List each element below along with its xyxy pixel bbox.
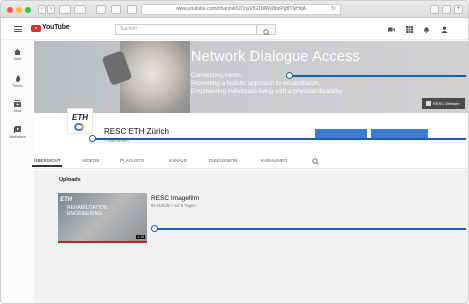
callout-marker-channel <box>89 135 96 142</box>
watch-progress-bar <box>58 241 147 243</box>
share-icon[interactable] <box>430 5 439 14</box>
tab-playlists[interactable]: PLAYLISTS <box>120 158 144 163</box>
url-text: www.youtube.com/channel/UCnyVtG1MWy8bnPg… <box>175 6 306 12</box>
home-icon[interactable] <box>74 5 86 14</box>
tab-discussion[interactable]: DISKUSSION <box>209 158 237 163</box>
video-thumbnail[interactable]: ETH REHABILITATION ENGINEERING 1:15 <box>58 193 147 243</box>
sidebar-toggle-icon[interactable] <box>59 5 71 14</box>
sidebar-item-label: Abos <box>13 109 22 113</box>
video-metadata: 81 Aufrufe • vor 5 Tagen <box>151 203 196 208</box>
callout-line-channel <box>93 138 466 140</box>
channel-content: Uploads ETH REHABILITATION ENGINEERING 1… <box>34 170 468 303</box>
settings-icon[interactable] <box>127 5 137 14</box>
youtube-header: YouTube CH Suchen <box>1 19 468 40</box>
video-duration: 1:15 <box>136 235 145 239</box>
reload-icon[interactable]: ↻ <box>331 5 336 14</box>
subscriptions-icon <box>14 100 21 107</box>
browser-titlebar: ‹ › www.youtube.com/channel/UCnyVtG1MWy8… <box>1 1 468 18</box>
menu-icon[interactable] <box>14 26 22 32</box>
extension-icon[interactable] <box>96 5 106 14</box>
tab-channels[interactable]: KANÄLE <box>169 158 187 163</box>
thumbnail-logo: ETH <box>60 197 72 203</box>
active-tab-indicator <box>32 165 62 167</box>
channel-header: ETH RESC ETH Zürich 2 Abonnenten <box>34 108 468 155</box>
close-window-button[interactable] <box>7 7 13 13</box>
library-icon <box>14 126 21 133</box>
sidebar-item-mediathek[interactable]: Mediathek <box>1 126 34 139</box>
customize-channel-button[interactable] <box>315 129 367 138</box>
search-button[interactable] <box>257 24 276 36</box>
avatar-logo-text: ETH <box>72 113 88 122</box>
thumbnail-title: REHABILITATION ENGINEERING <box>67 205 108 217</box>
youtube-logo-text[interactable]: YouTube <box>42 24 70 31</box>
youtube-logo-icon[interactable] <box>31 25 41 32</box>
avatar-logo-mark <box>74 123 84 131</box>
country-code: CH <box>58 23 63 27</box>
tab-about[interactable]: KANALINFO <box>261 158 287 163</box>
callout-line-banner <box>290 75 466 77</box>
minimize-window-button[interactable] <box>16 7 22 13</box>
browser-window: ‹ › www.youtube.com/channel/UCnyVtG1MWy8… <box>0 0 469 304</box>
notifications-bell-icon[interactable] <box>423 26 430 33</box>
callout-line-video <box>155 228 466 230</box>
banner-tagline-line: Empowering individuals living with a phy… <box>191 88 344 95</box>
channel-avatar[interactable]: ETH <box>67 108 93 134</box>
youtube-studio-button[interactable] <box>371 129 428 138</box>
tab-videos[interactable]: VIDEOS <box>82 158 99 163</box>
channel-search-icon[interactable] <box>312 158 319 165</box>
search-icon <box>263 29 270 36</box>
zoom-window-button[interactable] <box>25 7 31 13</box>
privacy-icon[interactable] <box>111 5 121 14</box>
home-icon <box>14 49 21 55</box>
sidebar-item-label: Start <box>13 57 22 61</box>
tabs-icon[interactable] <box>442 5 451 14</box>
channel-tabs: ÜBERSICHT VIDEOS PLAYLISTS KANÄLE DISKUS… <box>32 155 468 169</box>
back-button[interactable]: ‹ <box>38 5 46 14</box>
tab-overview[interactable]: ÜBERSICHT <box>34 158 61 163</box>
new-tab-icon[interactable]: + <box>454 5 463 14</box>
apps-icon[interactable] <box>406 26 413 33</box>
channel-name: RESC ETH Zürich <box>104 127 169 136</box>
forward-button[interactable]: › <box>47 5 55 14</box>
sidebar-item-label: Mediathek <box>9 135 26 139</box>
callout-marker-video <box>151 225 158 232</box>
sidebar-item-label: Trends <box>12 84 23 88</box>
resc-website-link[interactable]: RESC Website <box>422 98 465 109</box>
banner-title: Network Dialogue Access <box>191 49 361 65</box>
flame-icon <box>15 75 20 82</box>
sidebar-item-abos[interactable]: Abos <box>1 100 34 113</box>
address-bar[interactable]: www.youtube.com/channel/UCnyVtG1MWy8bnPg… <box>141 4 341 15</box>
left-sidebar: Start Trends Abos Mediathek <box>1 41 34 303</box>
upload-video-icon[interactable] <box>388 26 395 33</box>
banner-tagline-line: Promoting a holistic approach to rehabil… <box>191 80 321 87</box>
sidebar-item-trends[interactable]: Trends <box>1 75 34 88</box>
channel-banner: Network Dialogue Access Connecting minds… <box>34 41 468 113</box>
uploads-heading[interactable]: Uploads <box>59 177 81 183</box>
sidebar-item-start[interactable]: Start <box>1 49 34 61</box>
video-title[interactable]: RESC Imagefilm <box>151 195 199 202</box>
account-avatar-icon[interactable] <box>441 26 448 33</box>
callout-marker-banner <box>286 72 293 79</box>
search-input[interactable]: Suchen <box>115 24 257 35</box>
